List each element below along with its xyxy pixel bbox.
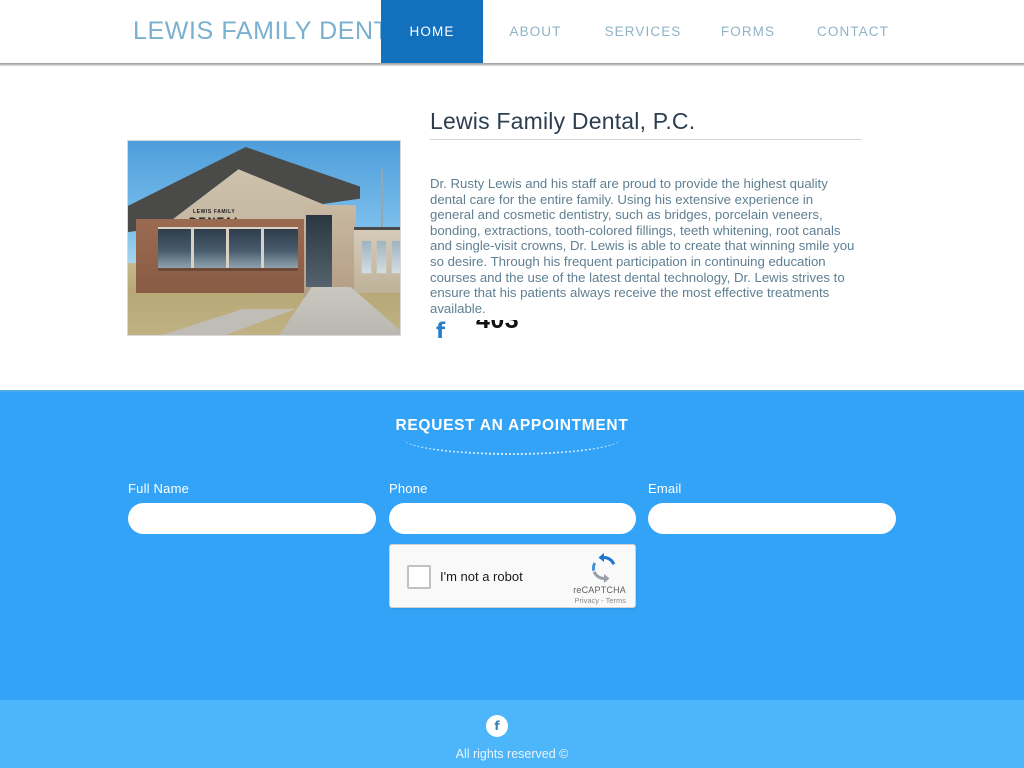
recaptcha-label: I'm not a robot: [440, 569, 523, 584]
label-phone: Phone: [389, 481, 428, 496]
appointment-heading-underline: [404, 439, 620, 455]
photo-side-wing: [354, 227, 400, 293]
site-footer: f All rights reserved ©: [0, 700, 1024, 768]
title-divider: [430, 139, 862, 140]
nav-item-services[interactable]: SERVICES: [588, 0, 698, 63]
social-row: f 403: [430, 320, 730, 350]
site-logo[interactable]: LEWIS FAMILY DENTAL: [133, 17, 419, 46]
nav-item-contact[interactable]: CONTACT: [798, 0, 908, 63]
label-full-name: Full Name: [128, 481, 190, 496]
intro-paragraph: Dr. Rusty Lewis and his staff are proud …: [430, 176, 855, 316]
nav-label-about: ABOUT: [509, 24, 562, 39]
photo-window-mullion: [191, 229, 194, 268]
recaptcha-checkbox[interactable]: [407, 565, 431, 589]
page-title: Lewis Family Dental, P.C.: [430, 108, 696, 134]
nav-label-contact: CONTACT: [817, 24, 889, 39]
facebook-icon[interactable]: f: [436, 320, 445, 342]
nav-item-forms[interactable]: FORMS: [698, 0, 798, 63]
label-email: Email: [648, 481, 682, 496]
copyright-text: All rights reserved ©: [455, 747, 569, 761]
photo-sign-line1: LEWIS FAMILY: [193, 209, 236, 215]
phone-number-text: 403: [476, 320, 520, 334]
recaptcha-logo-icon: [591, 553, 616, 583]
appointment-section: REQUEST AN APPOINTMENT Full Name Phone E…: [0, 390, 1024, 700]
input-full-name[interactable]: [128, 503, 376, 534]
photo-entry-door: [306, 215, 332, 287]
recaptcha-widget[interactable]: I'm not a robot reCAPTCHA Privacy - Term…: [389, 544, 636, 608]
input-email[interactable]: [648, 503, 896, 534]
nav-label-forms: FORMS: [720, 24, 776, 39]
phone-number-clipped: 403: [476, 320, 596, 334]
input-phone[interactable]: [389, 503, 636, 534]
photo-wing-window: [376, 240, 387, 274]
main-content: LEWIS FAMILY DENTAL Lewis Family Dental,…: [0, 66, 1024, 390]
photo-window-mullion: [261, 229, 264, 268]
recaptcha-brand: reCAPTCHA: [573, 585, 626, 595]
photo-window-band: [158, 227, 298, 271]
nav-item-home[interactable]: HOME: [381, 0, 483, 63]
appointment-heading: REQUEST AN APPOINTMENT: [395, 417, 629, 434]
photo-window-mullion: [226, 229, 229, 268]
nav-label-services: SERVICES: [604, 24, 682, 39]
photo-wing-window: [361, 240, 372, 274]
nav-label-home: HOME: [409, 24, 455, 39]
recaptcha-privacy-terms[interactable]: Privacy - Terms: [574, 596, 626, 605]
footer-facebook-icon[interactable]: f: [486, 715, 508, 737]
office-building-photo: LEWIS FAMILY DENTAL: [127, 140, 401, 336]
page-root: LEWIS FAMILY DENTAL HOME ABOUT SERVICES …: [0, 0, 1024, 768]
photo-wing-window: [391, 240, 400, 274]
site-header: LEWIS FAMILY DENTAL HOME ABOUT SERVICES …: [0, 0, 1024, 63]
nav-item-about[interactable]: ABOUT: [483, 0, 588, 63]
photo-utility-pole: [381, 169, 383, 229]
